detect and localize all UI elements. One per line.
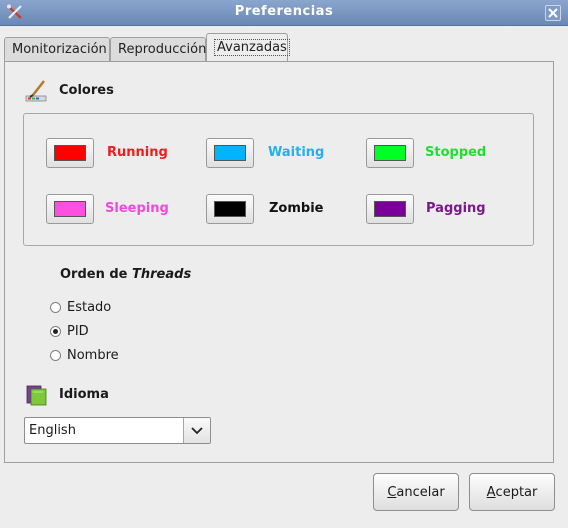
pagging-color-button[interactable] [366,194,414,224]
radio-nombre[interactable]: Nombre [50,346,119,364]
waiting-color-button[interactable] [206,138,254,168]
sleeping-color-button[interactable] [46,194,94,224]
tab-label: Reproducción [118,42,207,57]
cancel-label-rest: ancelar [396,484,445,500]
paint-brush-icon [25,80,47,102]
sleeping-label: Sleeping [105,201,169,216]
running-color-swatch [54,145,86,161]
accept-label-rest: ceptar [495,484,538,500]
pagging-color-swatch [374,201,406,217]
language-select-value: English [29,423,76,438]
waiting-color-swatch [214,145,246,161]
radio-pid[interactable]: PID [50,322,89,340]
close-button[interactable] [545,5,561,21]
title-bar[interactable]: Preferencias [0,0,568,26]
radio-circle[interactable] [50,301,61,313]
window-title: Preferencias [234,4,334,19]
pagging-label: Pagging [426,201,486,216]
stopped-label: Stopped [425,145,487,160]
radio-label: Estado [67,299,112,315]
tab-label: Avanzadas [214,39,290,56]
radio-estado[interactable]: Estado [50,298,111,316]
tab-avanzadas[interactable]: Avanzadas [206,33,290,62]
cancel-button[interactable]: Cancelar [373,473,459,511]
zombie-color-button[interactable] [206,194,254,224]
preferences-window: Preferencias Monitorización Reproducción… [0,0,568,528]
sleeping-color-swatch [54,201,86,217]
accept-mnemonic: A [486,484,496,500]
language-select[interactable]: English [24,417,211,444]
tab-monitorizacion[interactable]: Monitorización [4,37,110,61]
running-label: Running [107,145,168,160]
threads-order-title: Orden de Threads [60,267,191,282]
language-section-title: Idioma [59,387,109,402]
chevron-down-icon [191,426,203,434]
radio-circle[interactable] [50,349,61,361]
tab-label: Monitorización [12,42,107,57]
language-book-icon [26,385,47,406]
colors-section-title: Colores [59,83,114,98]
tab-reproduccion[interactable]: Reproducción [110,37,206,61]
accept-button[interactable]: Aceptar [469,473,555,511]
radio-label: Nombre [67,347,119,363]
language-select-toggle[interactable] [183,418,210,443]
zombie-label: Zombie [269,201,324,216]
waiting-label: Waiting [268,145,325,160]
zombie-color-swatch [214,201,246,217]
colors-frame [23,113,534,246]
stopped-color-swatch [374,145,406,161]
threads-order-title-emph: Threads [132,267,192,282]
stopped-color-button[interactable] [366,138,414,168]
radio-label: PID [67,323,89,339]
close-icon [548,8,558,18]
radio-circle[interactable] [50,325,61,337]
cancel-mnemonic: C [387,484,397,500]
running-color-button[interactable] [46,138,94,168]
threads-order-title-prefix: Orden de [60,267,133,282]
